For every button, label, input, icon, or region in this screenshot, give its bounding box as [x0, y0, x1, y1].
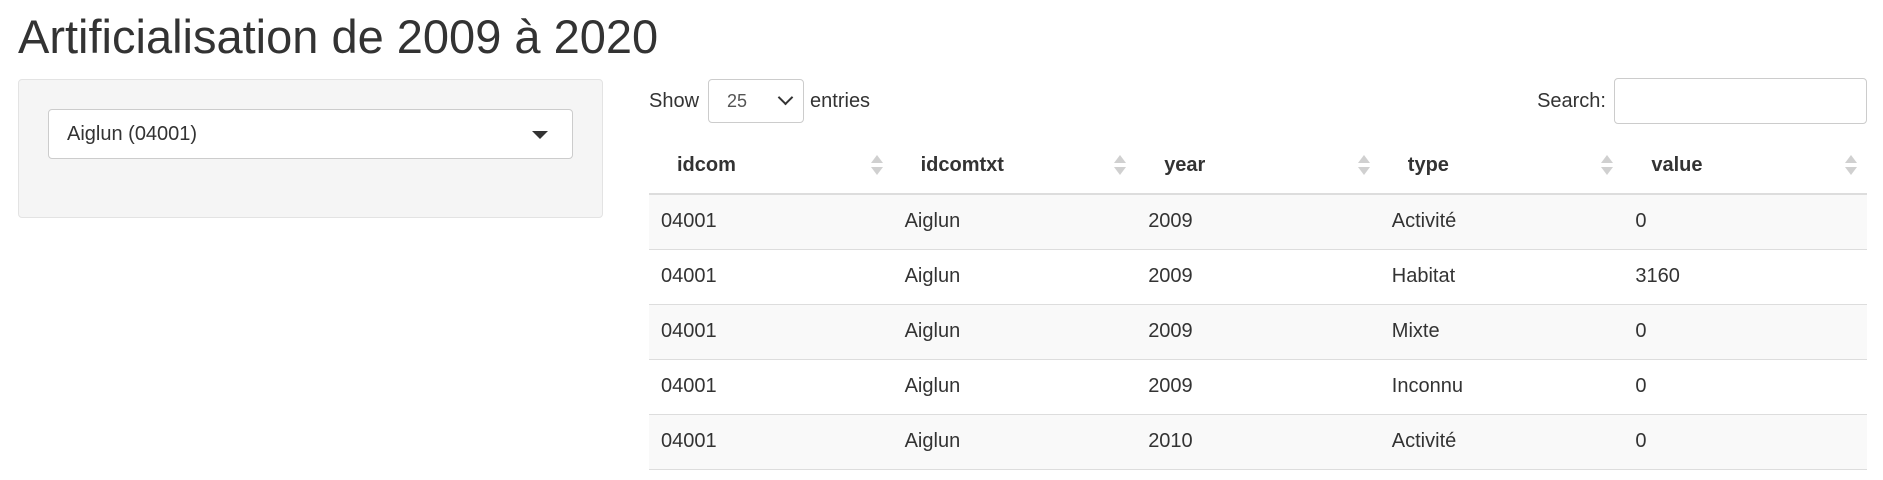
- table-row: 04001 Aiglun 2010 Activité 0: [649, 414, 1867, 470]
- cell-idcom: 04001: [649, 194, 893, 250]
- sort-both-icon: [870, 155, 883, 177]
- cell-year: 2009: [1136, 304, 1380, 360]
- cell-type: Activité: [1379, 414, 1624, 470]
- show-label: Show: [649, 89, 700, 112]
- sort-both-icon: [1357, 155, 1370, 177]
- entries-length-value: 25: [727, 91, 748, 111]
- cell-year: 2010: [1136, 414, 1380, 470]
- column-header-label: type: [1407, 154, 1449, 176]
- column-header-label: idcomtxt: [920, 154, 1004, 176]
- column-header-label: value: [1651, 154, 1703, 176]
- cell-type: Habitat: [1379, 249, 1624, 305]
- cell-idcomtxt: Aiglun: [892, 194, 1137, 250]
- column-header-idcomtxt[interactable]: idcomtxt: [892, 138, 1137, 195]
- entries-length-select[interactable]: 25: [708, 79, 805, 123]
- column-header-year[interactable]: year: [1136, 138, 1380, 195]
- cell-type: Mixte: [1379, 304, 1624, 360]
- cell-year: 2009: [1136, 359, 1380, 415]
- column-header-label: year: [1164, 154, 1206, 176]
- table-row: 04001 Aiglun 2009 Inconnu 0: [649, 359, 1867, 415]
- search-input[interactable]: [1614, 78, 1867, 124]
- cell-idcomtxt: Aiglun: [892, 414, 1137, 470]
- cell-idcom: 04001: [649, 414, 893, 470]
- cell-idcom: 04001: [649, 304, 893, 360]
- cell-value: 0: [1623, 304, 1867, 360]
- cell-idcom: 04001: [649, 359, 893, 415]
- cell-value: 0: [1623, 359, 1867, 415]
- cell-idcomtxt: Aiglun: [892, 304, 1137, 360]
- column-header-type[interactable]: type: [1379, 138, 1624, 195]
- table-row: 04001 Aiglun 2009 Habitat 3160: [649, 249, 1867, 305]
- cell-value: 0: [1623, 414, 1867, 470]
- commune-select-value: Aiglun (04001): [67, 123, 198, 145]
- page-title: Artificialisation de 2009 à 2020: [18, 10, 659, 63]
- cell-idcom: 04001: [649, 249, 893, 305]
- entries-label: entries: [810, 89, 871, 112]
- cell-idcomtxt: Aiglun: [892, 359, 1137, 415]
- column-header-label: idcom: [677, 154, 736, 176]
- sidebar-panel: Aiglun (04001): [18, 79, 603, 218]
- search-label: Search:: [1537, 89, 1606, 112]
- cell-year: 2009: [1136, 249, 1380, 305]
- table-search-control: Search:: [1537, 78, 1867, 124]
- chevron-down-icon: [777, 89, 794, 106]
- table-header-row: idcom idcomtxt year type value: [649, 138, 1867, 195]
- column-header-value[interactable]: value: [1623, 138, 1867, 195]
- cell-year: 2009: [1136, 194, 1380, 250]
- data-table: idcom idcomtxt year type value 04001 Aig…: [649, 138, 1867, 470]
- sort-both-icon: [1114, 155, 1127, 177]
- cell-type: Activité: [1379, 194, 1624, 250]
- commune-select[interactable]: Aiglun (04001): [48, 109, 573, 159]
- table-length-control: Show 25 entries: [649, 79, 870, 123]
- cell-value: 0: [1623, 194, 1867, 250]
- sort-both-icon: [1601, 155, 1614, 177]
- caret-down-icon: [532, 131, 548, 139]
- column-header-idcom[interactable]: idcom: [649, 138, 893, 195]
- table-row: 04001 Aiglun 2009 Activité 0: [649, 194, 1867, 250]
- sort-both-icon: [1845, 155, 1857, 177]
- table-row: 04001 Aiglun 2009 Mixte 0: [649, 304, 1867, 360]
- cell-type: Inconnu: [1379, 359, 1624, 415]
- cell-idcomtxt: Aiglun: [892, 249, 1137, 305]
- cell-value: 3160: [1623, 249, 1867, 305]
